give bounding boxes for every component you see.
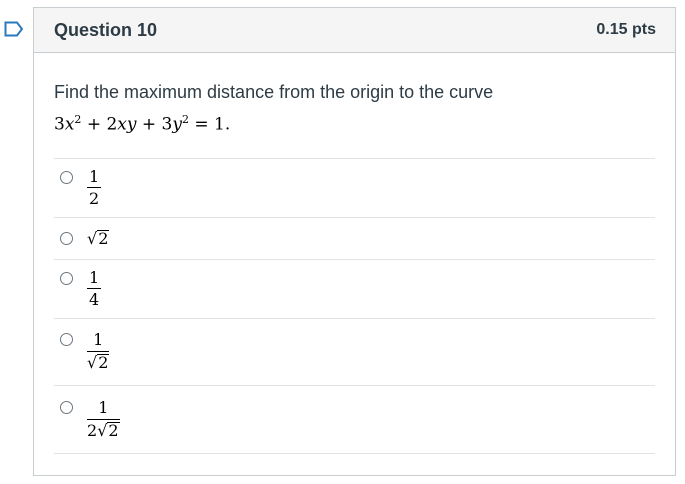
answer-option-4[interactable]: 1 √ 2 bbox=[54, 319, 655, 386]
fraction-bar bbox=[87, 187, 102, 189]
fraction-bar bbox=[87, 418, 120, 420]
fraction-bar bbox=[87, 351, 110, 353]
answer-math-5: 1 2 √ 2 bbox=[87, 399, 120, 439]
radio-circle-icon[interactable] bbox=[60, 333, 73, 347]
question-title: Question 10 bbox=[54, 19, 158, 40]
question-equation: 3x2 + 2xy + 3y2 = 1. bbox=[54, 113, 231, 135]
fraction-numerator: 1 bbox=[89, 166, 100, 186]
fraction-numerator: 1 bbox=[93, 330, 104, 350]
answer-math-3: 1 4 bbox=[87, 267, 102, 310]
answer-math-1: 1 2 bbox=[87, 166, 102, 209]
answer-option-2[interactable]: √ 2 bbox=[54, 218, 655, 260]
question-prompt: Find the maximum distance from the origi… bbox=[54, 82, 494, 102]
question-card: Question 10 0.15 pts Find the maximum di… bbox=[33, 7, 676, 476]
radical-sign: √ bbox=[97, 420, 108, 440]
radio-circle-icon[interactable] bbox=[60, 400, 73, 414]
answer-math-2: √ 2 bbox=[87, 228, 110, 248]
radio-circle-icon[interactable] bbox=[60, 272, 73, 286]
radicand: 2 bbox=[107, 420, 120, 440]
fraction-bar bbox=[87, 288, 102, 290]
radical-sign: √ bbox=[87, 353, 98, 373]
fraction-numerator: 1 bbox=[89, 267, 100, 287]
answer-option-1[interactable]: 1 2 bbox=[54, 159, 655, 218]
answer-option-5[interactable]: 1 2 √ 2 bbox=[54, 386, 655, 454]
radical-sign: √ bbox=[87, 228, 98, 248]
fraction-numerator: 1 bbox=[98, 397, 109, 417]
fraction-denominator: 2 bbox=[89, 189, 100, 209]
radio-circle-icon[interactable] bbox=[60, 171, 73, 185]
answer-list: 1 2 √ 2 1 4 1 √ 2 1 2 √ 2 bbox=[54, 157, 655, 454]
bookmark-flag-icon[interactable] bbox=[4, 21, 24, 37]
question-header: Question 10 0.15 pts bbox=[34, 8, 675, 53]
radio-circle-icon[interactable] bbox=[60, 231, 73, 245]
radicand: 2 bbox=[97, 353, 110, 373]
answer-math-4: 1 √ 2 bbox=[87, 330, 110, 373]
question-points: 0.15 pts bbox=[596, 21, 656, 38]
question-body: Find the maximum distance from the origi… bbox=[34, 53, 675, 454]
answer-option-3[interactable]: 1 4 bbox=[54, 260, 655, 319]
radicand: 2 bbox=[97, 228, 110, 248]
fraction-denominator: 4 bbox=[89, 290, 100, 310]
fraction-denominator: √ 2 bbox=[87, 353, 110, 373]
denominator-coefficient: 2 bbox=[87, 420, 98, 440]
fraction-denominator: 2 √ 2 bbox=[87, 420, 120, 440]
